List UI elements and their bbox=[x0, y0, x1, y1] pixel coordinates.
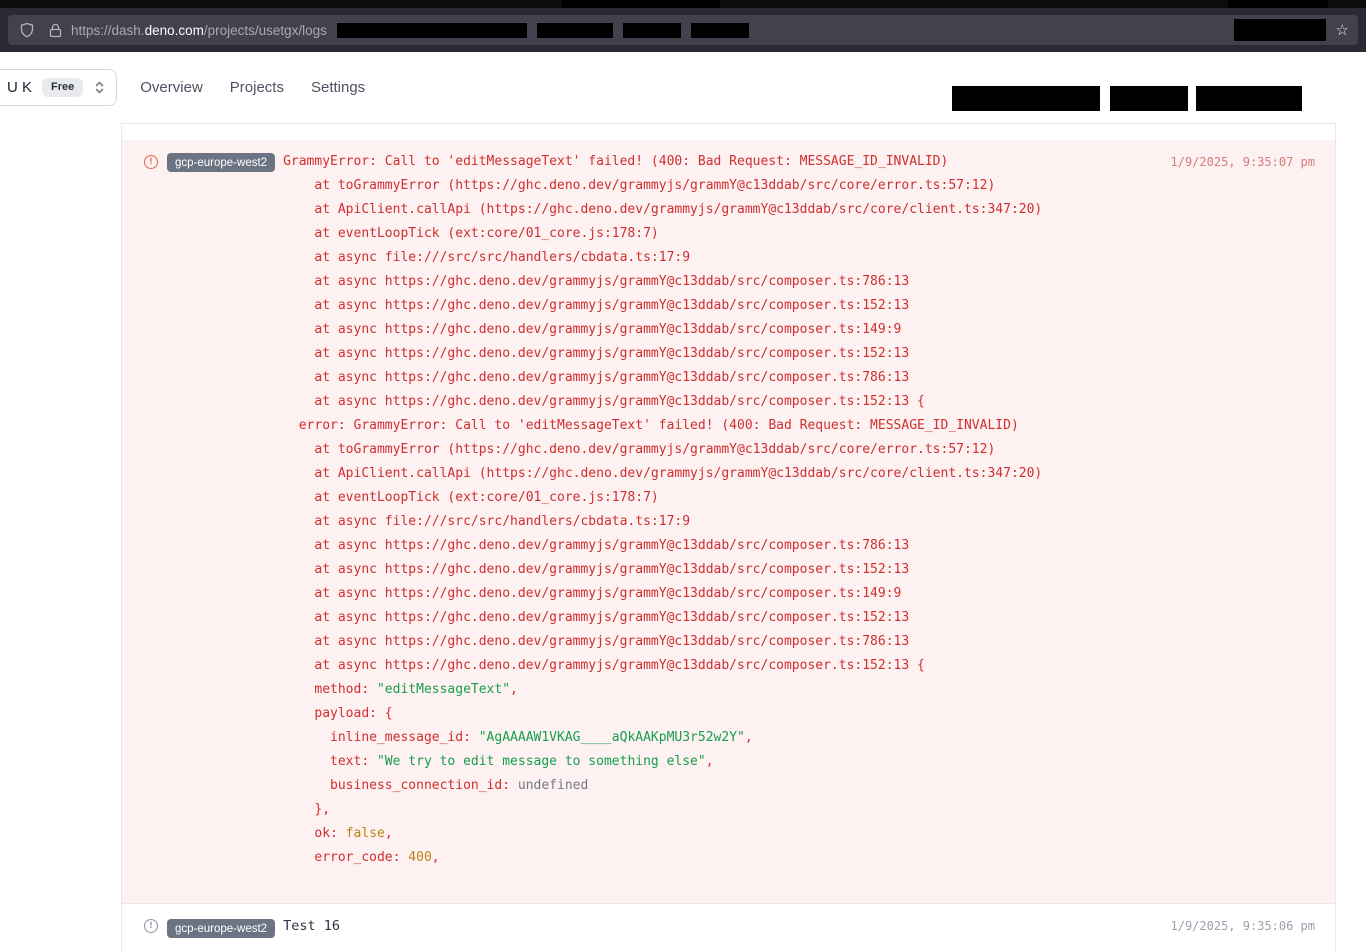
chevron-up-down-icon bbox=[93, 80, 106, 95]
nav-overview[interactable]: Overview bbox=[140, 79, 203, 96]
log-line: at async https://ghc.deno.dev/grammyjs/g… bbox=[283, 654, 1154, 678]
main-nav: Overview Projects Settings bbox=[140, 79, 365, 96]
app-header: U K Free Overview Projects Settings bbox=[0, 52, 1366, 123]
log-line: business_connection_id: undefined bbox=[283, 774, 1154, 798]
log-line: at async https://ghc.deno.dev/grammyjs/g… bbox=[283, 294, 1154, 318]
log-timestamp: 1/9/2025, 9:35:07 pm bbox=[1171, 150, 1316, 174]
redacted-tab-controls bbox=[1228, 0, 1328, 8]
log-line: method: "editMessageText", bbox=[283, 678, 1154, 702]
log-line: at async file:///src/src/handlers/cbdata… bbox=[283, 246, 1154, 270]
log-line: error: GrammyError: Call to 'editMessage… bbox=[283, 414, 1154, 438]
log-line: at async https://ghc.deno.dev/grammyjs/g… bbox=[283, 582, 1154, 606]
log-line: at async https://ghc.deno.dev/grammyjs/g… bbox=[283, 558, 1154, 582]
log-line: at eventLoopTick (ext:core/01_core.js:17… bbox=[283, 486, 1154, 510]
lock-icon[interactable] bbox=[49, 23, 62, 38]
log-line: at toGrammyError (https://ghc.deno.dev/g… bbox=[283, 174, 1154, 198]
redacted-tab-title bbox=[562, 0, 720, 8]
org-switcher[interactable]: U K Free bbox=[0, 69, 117, 106]
logs-page: ! gcp-europe-west2 GrammyError: Call to … bbox=[0, 123, 1366, 952]
redacted-header-item bbox=[1110, 86, 1188, 111]
log-line: at ApiClient.callApi (https://ghc.deno.d… bbox=[283, 462, 1154, 486]
log-line: ok: false, bbox=[283, 822, 1154, 846]
log-line: }, bbox=[283, 798, 1154, 822]
log-line: at eventLoopTick (ext:core/01_core.js:17… bbox=[283, 222, 1154, 246]
log-line: text: "We try to edit message to somethi… bbox=[283, 750, 1154, 774]
log-entry-info[interactable]: ! gcp-europe-west2 Test 16 1/9/2025, 9:3… bbox=[122, 903, 1335, 952]
redacted-url-extra bbox=[337, 23, 527, 38]
url-bar[interactable]: https://dash.deno.com/projects/usetgx/lo… bbox=[8, 15, 1358, 45]
nav-settings[interactable]: Settings bbox=[311, 79, 365, 96]
log-line: payload: { bbox=[283, 702, 1154, 726]
bookmark-star-icon[interactable]: ☆ bbox=[1336, 23, 1349, 38]
log-line: at async https://ghc.deno.dev/grammyjs/g… bbox=[283, 390, 1154, 414]
log-panel: ! gcp-europe-west2 GrammyError: Call to … bbox=[121, 123, 1336, 952]
redacted-header-item bbox=[952, 86, 1100, 111]
browser-tab-strip bbox=[0, 0, 1366, 8]
log-line: GrammyError: Call to 'editMessageText' f… bbox=[283, 150, 1154, 174]
log-entry-error[interactable]: ! gcp-europe-west2 GrammyError: Call to … bbox=[122, 140, 1335, 903]
browser-chrome: https://dash.deno.com/projects/usetgx/lo… bbox=[0, 0, 1366, 52]
redacted-url-extra bbox=[691, 23, 749, 38]
log-line: at async file:///src/src/handlers/cbdata… bbox=[283, 510, 1154, 534]
nav-projects[interactable]: Projects bbox=[230, 79, 284, 96]
log-line: at toGrammyError (https://ghc.deno.dev/g… bbox=[283, 438, 1154, 462]
previous-entry-partial bbox=[122, 124, 1335, 140]
log-line: at async https://ghc.deno.dev/grammyjs/g… bbox=[283, 606, 1154, 630]
log-timestamp: 1/9/2025, 9:35:06 pm bbox=[1171, 916, 1316, 936]
url-scheme: https:// bbox=[71, 23, 112, 38]
error-level-icon: ! bbox=[144, 155, 158, 169]
log-line: at async https://ghc.deno.dev/grammyjs/g… bbox=[283, 534, 1154, 558]
url-domain: deno.com bbox=[145, 23, 204, 38]
browser-toolbar: https://dash.deno.com/projects/usetgx/lo… bbox=[0, 8, 1366, 52]
redacted-url-extra bbox=[623, 23, 681, 38]
url-text: https://dash.deno.com/projects/usetgx/lo… bbox=[71, 23, 327, 38]
log-line: at async https://ghc.deno.dev/grammyjs/g… bbox=[283, 342, 1154, 366]
log-line: at async https://ghc.deno.dev/grammyjs/g… bbox=[283, 366, 1154, 390]
log-line: at async https://ghc.deno.dev/grammyjs/g… bbox=[283, 270, 1154, 294]
log-line: at async https://ghc.deno.dev/grammyjs/g… bbox=[283, 630, 1154, 654]
redacted-url-extra bbox=[537, 23, 613, 38]
log-line: at async https://ghc.deno.dev/grammyjs/g… bbox=[283, 318, 1154, 342]
error-log-lines: GrammyError: Call to 'editMessageText' f… bbox=[283, 150, 1154, 870]
plan-badge: Free bbox=[42, 78, 83, 97]
region-badge: gcp-europe-west2 bbox=[167, 153, 275, 172]
url-path: /projects/usetgx/logs bbox=[204, 23, 327, 38]
shield-icon[interactable] bbox=[19, 22, 35, 38]
log-line: inline_message_id: "AgAAAAW1VKAG____aQkA… bbox=[283, 726, 1154, 750]
info-log-message: Test 16 bbox=[283, 916, 1154, 936]
info-level-icon: ! bbox=[144, 919, 158, 933]
region-badge: gcp-europe-west2 bbox=[167, 919, 275, 938]
url-subdomain: dash. bbox=[112, 23, 145, 38]
redacted-header-item bbox=[1196, 86, 1302, 111]
log-line: error_code: 400, bbox=[283, 846, 1154, 870]
log-line: at ApiClient.callApi (https://ghc.deno.d… bbox=[283, 198, 1154, 222]
redacted-toolbar-icons bbox=[1234, 19, 1326, 41]
org-name: U K bbox=[7, 79, 32, 96]
